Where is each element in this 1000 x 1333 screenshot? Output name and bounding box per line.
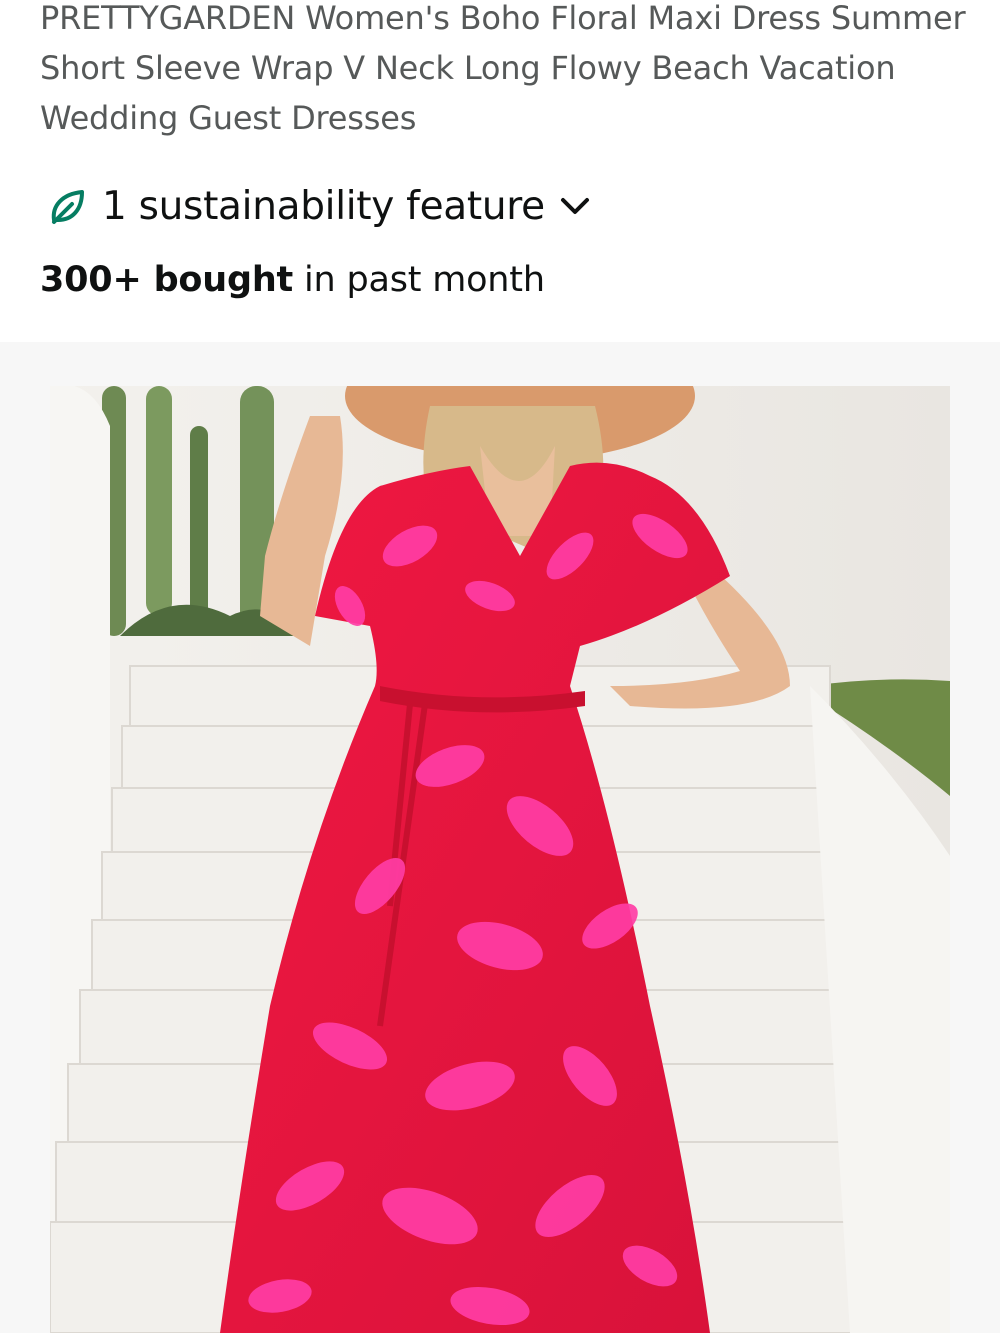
image-gallery[interactable] <box>0 342 1000 1333</box>
bought-suffix: in past month <box>293 260 545 300</box>
chevron-down-icon[interactable] <box>557 188 593 224</box>
product-image[interactable] <box>50 386 950 1333</box>
sustainability-feature-toggle[interactable]: 1 sustainability feature <box>46 178 593 234</box>
product-title[interactable]: PRETTYGARDEN Women's Boho Floral Maxi Dr… <box>40 0 980 143</box>
product-page: PRETTYGARDEN Women's Boho Floral Maxi Dr… <box>0 0 1000 1333</box>
bought-count: 300+ bought <box>40 260 294 300</box>
product-photo <box>50 386 950 1333</box>
sustainability-label: 1 sustainability feature <box>102 183 545 229</box>
leaf-icon <box>51 190 84 224</box>
bought-in-past-month: 300+ bought in past month <box>40 260 545 300</box>
